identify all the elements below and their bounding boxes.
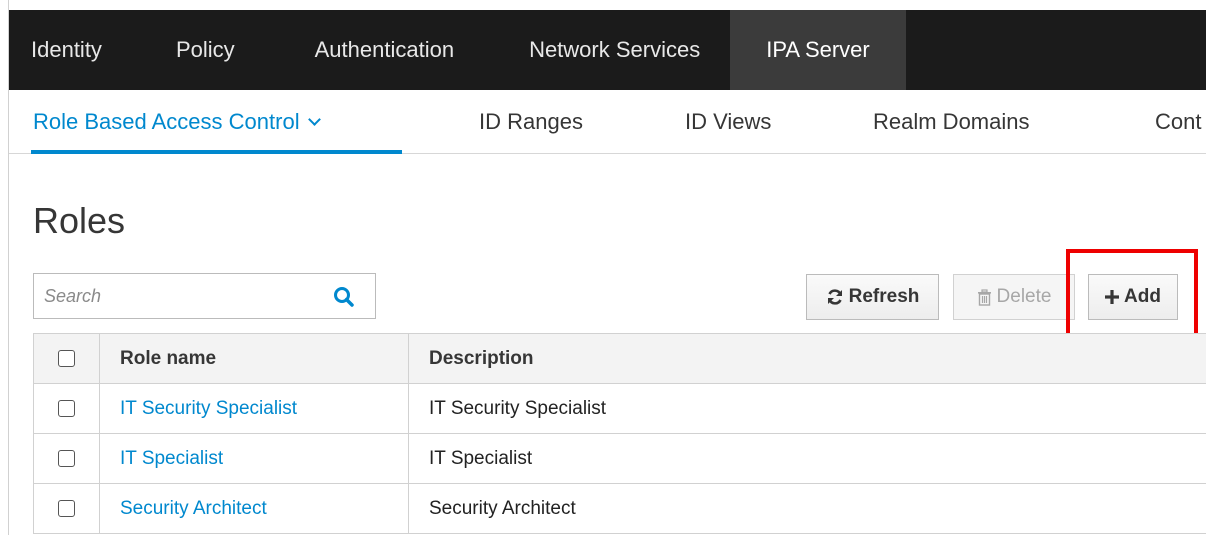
row-checkbox[interactable] [58,499,75,517]
description-cell: Security Architect [408,483,1206,534]
table-row: Security Architect Security Architect [33,483,1206,534]
description-cell: IT Security Specialist [408,383,1206,434]
role-name-cell: Security Architect [99,483,409,534]
sub-nav-label: Role Based Access Control [33,109,300,134]
sub-nav-label: Realm Domains [873,109,1030,134]
top-nav-item-network-services[interactable]: Network Services [529,10,700,90]
delete-button[interactable]: Delete [953,274,1075,320]
top-nav-item-authentication[interactable]: Authentication [315,10,454,90]
top-nav-label: Policy [175,37,235,62]
window-edge [0,0,9,535]
delete-label: Delete [996,286,1052,307]
row-checkbox[interactable] [58,449,75,467]
search-icon[interactable] [333,286,355,308]
row-checkbox[interactable] [58,399,75,417]
refresh-button[interactable]: Refresh [806,274,939,320]
active-tab-indicator [31,150,402,154]
top-nav-label: Network Services [529,37,701,62]
top-nav-label: IPA Server [766,37,870,62]
role-name-link[interactable]: IT Specialist [120,448,223,469]
top-nav-label: Identity [31,37,102,62]
chevron-down-icon [307,112,321,126]
role-name-link[interactable]: Security Architect [120,498,267,519]
page-title: Roles [33,200,126,241]
sub-nav-item-realm-domains[interactable]: Realm Domains [873,90,1030,154]
sub-nav-item-rbac[interactable]: Role Based Access Control [33,90,321,154]
row-select-cell [33,483,100,534]
refresh-label: Refresh [848,286,920,307]
sub-nav-label: ID Ranges [479,109,583,134]
column-header-role-name[interactable]: Role name [99,333,409,384]
sub-nav-item-id-views[interactable]: ID Views [685,90,771,154]
role-name-cell: IT Specialist [99,433,409,484]
top-nav-item-ipa-server[interactable]: IPA Server [730,10,906,90]
select-all-cell [33,333,100,384]
sub-nav-item-configuration[interactable]: Cont [1155,90,1201,154]
select-all-checkbox[interactable] [58,349,75,367]
sub-nav-label: Cont [1155,109,1202,134]
search-input[interactable] [34,274,324,318]
role-name-link[interactable]: IT Security Specialist [120,398,297,419]
row-select-cell [33,383,100,434]
column-header-description[interactable]: Description [408,333,1206,384]
search-box [33,273,376,319]
top-nav: Identity Policy Authentication Network S… [9,10,1206,90]
sub-nav: Role Based Access Control ID Ranges ID V… [9,90,1206,154]
top-nav-item-policy[interactable]: Policy [176,10,235,90]
top-nav-label: Authentication [314,37,455,62]
role-name-cell: IT Security Specialist [99,383,409,434]
sub-nav-label: ID Views [685,109,772,134]
table-row: IT Security Specialist IT Security Speci… [33,383,1206,434]
sub-nav-item-id-ranges[interactable]: ID Ranges [479,90,583,154]
highlight-box [1066,249,1198,345]
table-row: IT Specialist IT Specialist [33,433,1206,484]
top-nav-item-identity[interactable]: Identity [31,10,102,90]
refresh-icon [826,288,844,306]
description-cell: IT Specialist [408,433,1206,484]
trash-icon [977,288,992,306]
row-select-cell [33,433,100,484]
table-header-row: Role name Description [33,333,1206,384]
roles-table: Role name Description IT Security Specia… [33,333,1206,534]
